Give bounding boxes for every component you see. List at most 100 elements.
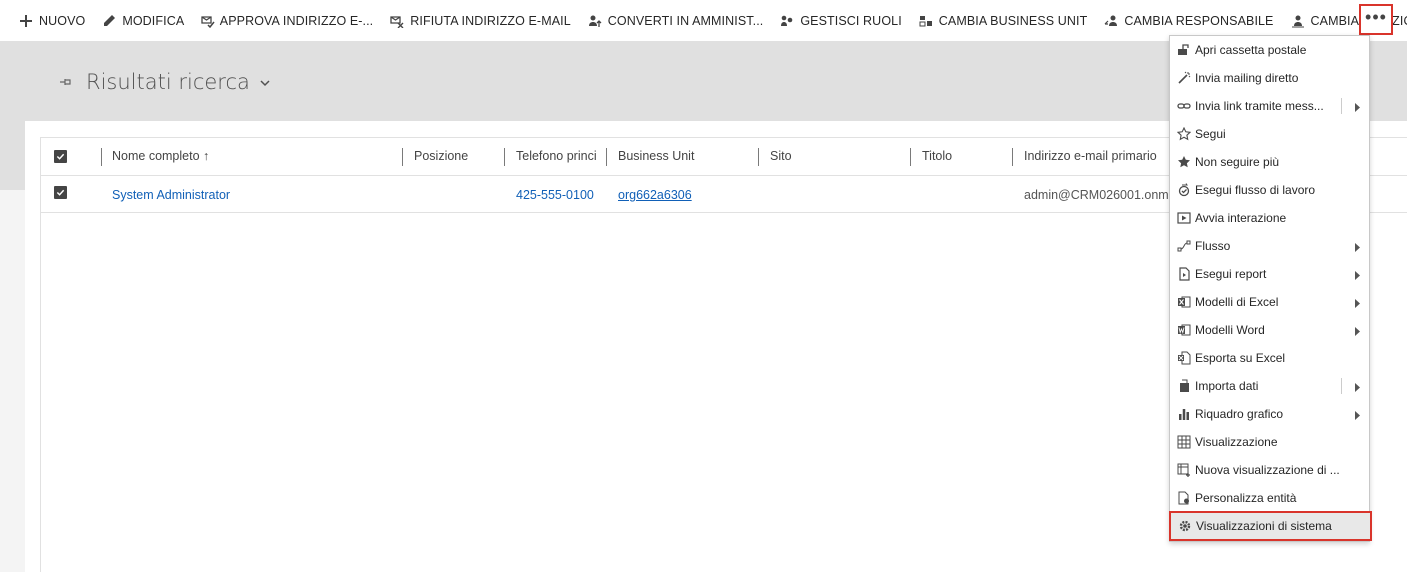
convert-user-icon: [587, 13, 603, 29]
column-separator[interactable]: [504, 148, 505, 166]
menu-item-label: Esegui flusso di lavoro: [1195, 183, 1316, 197]
menu-item-label: Esegui report: [1195, 267, 1267, 281]
menu-item-open-mailbox[interactable]: Apri cassetta postale: [1170, 36, 1369, 64]
mailbox-icon: [1176, 42, 1192, 58]
menu-item-label: Apri cassetta postale: [1195, 43, 1307, 57]
menu-item-direct-mail[interactable]: Invia mailing diretto: [1170, 64, 1369, 92]
business-unit-link[interactable]: org662a6306: [618, 188, 692, 202]
full-name-link[interactable]: System Administrator: [112, 188, 230, 202]
menu-item-label: Modelli Word: [1195, 323, 1265, 337]
reject-email-icon: [389, 13, 405, 29]
approve-email-label: APPROVA INDIRIZZO E-...: [219, 13, 374, 28]
menu-item-send-link[interactable]: Invia link tramite mess...: [1170, 92, 1369, 120]
edit-button[interactable]: MODIFICA: [93, 0, 192, 41]
chevron-right-icon: [1355, 297, 1361, 308]
menu-item-start-interaction[interactable]: Avvia interazione: [1170, 204, 1369, 232]
menu-item-view[interactable]: Visualizzazione: [1170, 428, 1369, 456]
report-icon: [1176, 266, 1192, 282]
star-outline-icon: [1176, 126, 1192, 142]
row-checkbox[interactable]: [54, 186, 67, 199]
reject-email-button[interactable]: RIFIUTA INDIRIZZO E-MAIL: [381, 0, 579, 41]
menu-item-customize-entity[interactable]: Personalizza entità: [1170, 484, 1369, 512]
approve-email-icon: [200, 13, 215, 29]
menu-item-label: Segui: [1195, 127, 1226, 141]
menu-item-label: Visualizzazione: [1195, 435, 1278, 449]
menu-item-new-view[interactable]: Nuova visualizzazione di ...: [1170, 456, 1369, 484]
menu-item-import-data[interactable]: Importa dati: [1170, 372, 1369, 400]
manage-roles-icon: [779, 13, 795, 29]
menu-item-label: Esporta su Excel: [1195, 351, 1286, 365]
pin-icon[interactable]: [58, 74, 74, 90]
column-header-business-unit[interactable]: Business Unit: [618, 149, 694, 163]
sort-ascending-icon: ↑: [203, 149, 210, 163]
new-view-icon: [1176, 462, 1192, 478]
menu-item-system-views[interactable]: Visualizzazioni di sistema: [1169, 511, 1372, 541]
change-business-unit-button[interactable]: CAMBIA BUSINESS UNIT: [910, 0, 1096, 41]
chevron-right-icon: [1355, 101, 1361, 112]
link-icon: [1176, 98, 1192, 114]
flow-icon: [1176, 238, 1192, 254]
view-selector[interactable]: Risultati ricerca: [58, 70, 270, 94]
menu-item-label: Non seguire più: [1195, 155, 1280, 169]
menu-item-chart-pane[interactable]: Riquadro grafico: [1170, 400, 1369, 428]
menu-item-export-excel[interactable]: Esporta su Excel: [1170, 344, 1369, 372]
menu-item-label: Nuova visualizzazione di ...: [1195, 463, 1340, 477]
convert-admin-label: CONVERTI IN AMMINIST...: [607, 13, 764, 28]
chevron-down-icon[interactable]: [260, 77, 270, 87]
column-header-title[interactable]: Titolo: [922, 149, 952, 163]
magic-wand-icon: [1176, 70, 1192, 86]
menu-item-run-report[interactable]: Esegui report: [1170, 260, 1369, 288]
chevron-right-icon: [1355, 269, 1361, 280]
phone-link[interactable]: 425-555-0100: [516, 188, 594, 202]
approve-email-button[interactable]: APPROVA INDIRIZZO E-...: [192, 0, 381, 41]
menu-item-label: Personalizza entità: [1195, 491, 1297, 505]
menu-item-label: Invia mailing diretto: [1195, 71, 1299, 85]
column-separator[interactable]: [1012, 148, 1013, 166]
column-separator[interactable]: [606, 148, 607, 166]
column-separator[interactable]: [758, 148, 759, 166]
menu-item-label: Invia link tramite mess...: [1195, 99, 1324, 113]
manage-roles-label: GESTISCI RUOLI: [800, 13, 902, 28]
convert-admin-button[interactable]: CONVERTI IN AMMINIST...: [579, 0, 772, 41]
grid-view-icon: [1176, 434, 1192, 450]
plus-icon: [18, 13, 34, 29]
change-business-unit-label: CAMBIA BUSINESS UNIT: [938, 13, 1088, 28]
manage-roles-button[interactable]: GESTISCI RUOLI: [771, 0, 909, 41]
column-separator[interactable]: [910, 148, 911, 166]
column-header-primary-email[interactable]: Indirizzo e-mail primario: [1024, 149, 1157, 163]
chevron-right-icon: [1355, 325, 1361, 336]
email-cell: admin@CRM026001.onm: [1024, 188, 1169, 202]
column-separator[interactable]: [101, 148, 102, 166]
column-separator[interactable]: [402, 148, 403, 166]
menu-item-label: Importa dati: [1195, 379, 1259, 393]
column-header-full-name-label: Nome completo: [112, 149, 200, 163]
menu-item-run-workflow[interactable]: Esegui flusso di lavoro: [1170, 176, 1369, 204]
menu-item-label: Avvia interazione: [1195, 211, 1287, 225]
import-icon: [1176, 378, 1192, 394]
bar-chart-icon: [1176, 406, 1192, 422]
customize-icon: [1176, 490, 1192, 506]
edit-button-label: MODIFICA: [122, 13, 185, 28]
export-excel-icon: [1176, 350, 1192, 366]
pencil-icon: [101, 13, 117, 29]
menu-item-word-templates[interactable]: Modelli Word: [1170, 316, 1369, 344]
reject-email-label: RIFIUTA INDIRIZZO E-MAIL: [410, 13, 571, 28]
menu-item-excel-templates[interactable]: Modelli di Excel: [1170, 288, 1369, 316]
column-header-position[interactable]: Posizione: [414, 149, 468, 163]
business-unit-icon: [918, 13, 934, 29]
menu-item-unfollow[interactable]: Non seguire più: [1170, 148, 1369, 176]
select-all-checkbox[interactable]: [54, 150, 67, 163]
column-header-full-name[interactable]: Nome completo ↑: [112, 149, 209, 163]
more-commands-button[interactable]: •••: [1359, 4, 1393, 35]
menu-item-flow[interactable]: Flusso: [1170, 232, 1369, 260]
column-header-main-phone[interactable]: Telefono princi: [516, 149, 606, 163]
view-title: Risultati ricerca: [86, 70, 250, 94]
more-commands-menu: Apri cassetta postale Invia mailing dire…: [1169, 35, 1372, 542]
new-button[interactable]: NUOVO: [10, 0, 93, 41]
menu-item-separator: [1341, 98, 1342, 114]
menu-item-follow[interactable]: Segui: [1170, 120, 1369, 148]
menu-item-label: Flusso: [1195, 239, 1231, 253]
change-manager-label: CAMBIA RESPONSABILE: [1124, 13, 1274, 28]
chevron-right-icon: [1355, 241, 1361, 252]
column-header-site[interactable]: Sito: [770, 149, 792, 163]
